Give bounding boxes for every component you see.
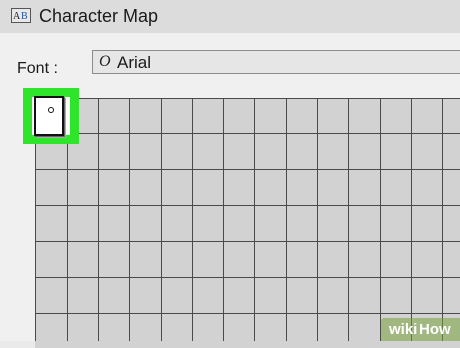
- glyph-dot: [48, 107, 54, 113]
- character-grid[interactable]: [0, 0, 460, 341]
- character-map-window: A B Character Map Font : O Arial wiki Ho…: [0, 0, 460, 348]
- watermark-how-text: How: [419, 321, 451, 338]
- watermark-wiki-text: wiki: [389, 321, 418, 338]
- notdef-box-glyph[interactable]: [34, 96, 64, 136]
- wikihow-watermark: wiki How: [381, 318, 460, 341]
